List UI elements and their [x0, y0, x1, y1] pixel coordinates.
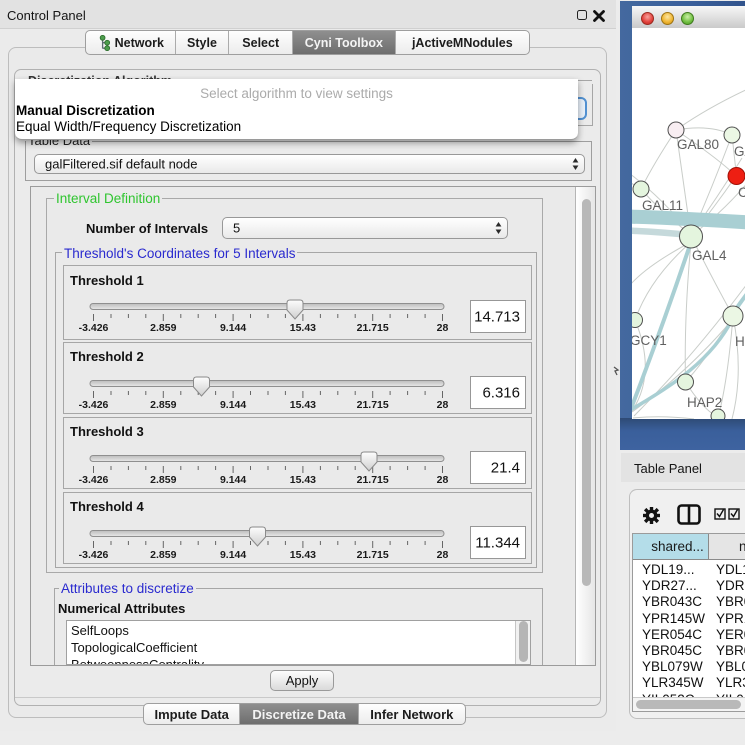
svg-text:2.859: 2.859: [150, 322, 176, 334]
svg-text:9.144: 9.144: [220, 549, 246, 561]
svg-text:GCY1: GCY1: [632, 333, 667, 348]
svg-text:-3.426: -3.426: [79, 549, 109, 561]
svg-text:21.715: 21.715: [357, 399, 389, 411]
svg-text:2.859: 2.859: [150, 474, 176, 486]
svg-text:GAL11: GAL11: [642, 198, 683, 213]
svg-text:28: 28: [437, 549, 449, 561]
svg-text:21.715: 21.715: [357, 549, 389, 561]
svg-text:15.43: 15.43: [290, 399, 316, 411]
svg-text:CYC8: CYC8: [738, 185, 745, 200]
svg-text:28: 28: [437, 399, 449, 411]
svg-text:-3.426: -3.426: [79, 474, 109, 486]
svg-text:21.715: 21.715: [357, 322, 389, 334]
svg-text:15.43: 15.43: [290, 322, 316, 334]
svg-text:15.43: 15.43: [290, 549, 316, 561]
svg-text:HAP2: HAP2: [687, 395, 722, 410]
svg-text:HIS4: HIS4: [735, 334, 745, 349]
svg-text:GAL4: GAL4: [692, 248, 727, 263]
svg-text:15.43: 15.43: [290, 474, 316, 486]
svg-text:GAL80: GAL80: [677, 137, 719, 152]
svg-text:21.715: 21.715: [357, 474, 389, 486]
svg-text:2.859: 2.859: [150, 549, 176, 561]
svg-text:28: 28: [437, 474, 449, 486]
svg-text:9.144: 9.144: [220, 474, 246, 486]
svg-text:9.144: 9.144: [220, 399, 246, 411]
svg-text:2.859: 2.859: [150, 399, 176, 411]
svg-text:-3.426: -3.426: [79, 399, 109, 411]
svg-text:28: 28: [437, 322, 449, 334]
svg-text:GAL3: GAL3: [734, 144, 745, 159]
svg-text:9.144: 9.144: [220, 322, 246, 334]
svg-text:-3.426: -3.426: [79, 322, 109, 334]
